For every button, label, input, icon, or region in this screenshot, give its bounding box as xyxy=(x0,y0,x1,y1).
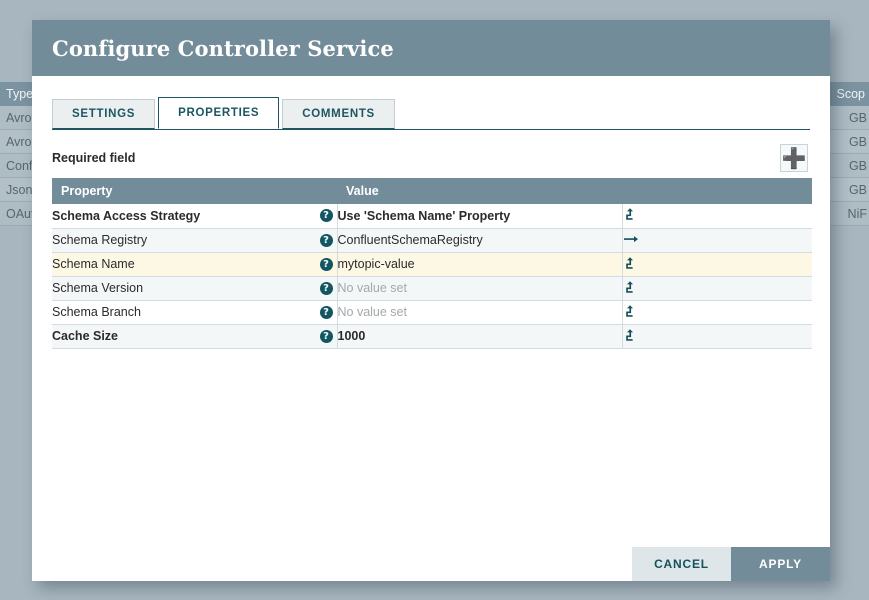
revert-arrow-icon[interactable] xyxy=(623,256,637,270)
property-cell: Schema Name ? xyxy=(52,252,337,276)
property-value-placeholder: No value set xyxy=(338,305,407,319)
value-cell[interactable]: ConfluentSchemaRegistry xyxy=(337,228,622,252)
properties-table-body: Schema Access Strategy ? Use 'Schema Nam… xyxy=(52,204,812,348)
tab-bar: SETTINGS PROPERTIES COMMENTS xyxy=(52,98,810,130)
tab-comments[interactable]: COMMENTS xyxy=(282,99,395,129)
revert-arrow-icon[interactable] xyxy=(623,280,637,294)
help-circle-icon[interactable]: ? xyxy=(320,209,333,222)
property-name: Schema Registry xyxy=(52,233,147,247)
configure-controller-service-dialog: Configure Controller Service SETTINGS PR… xyxy=(32,20,830,581)
property-value: mytopic-value xyxy=(338,257,415,271)
tab-properties[interactable]: PROPERTIES xyxy=(158,97,279,129)
action-cell xyxy=(622,252,812,276)
property-cell: Schema Branch ? xyxy=(52,300,337,324)
value-cell[interactable]: No value set xyxy=(337,276,622,300)
dialog-title: Configure Controller Service xyxy=(52,36,394,61)
dialog-footer: CANCEL APPLY xyxy=(32,547,830,581)
property-name: Schema Branch xyxy=(52,305,141,319)
table-header-row: Property Value xyxy=(52,178,812,204)
property-name: Schema Name xyxy=(52,257,135,271)
apply-button[interactable]: APPLY xyxy=(731,547,830,581)
dialog-header: Configure Controller Service xyxy=(32,20,830,76)
action-cell xyxy=(622,228,812,252)
table-row[interactable]: Schema Access Strategy ? Use 'Schema Nam… xyxy=(52,204,812,228)
help-circle-icon[interactable]: ? xyxy=(320,282,333,295)
help-circle-icon[interactable]: ? xyxy=(320,306,333,319)
property-value: ConfluentSchemaRegistry xyxy=(338,233,483,247)
property-name: Cache Size xyxy=(52,329,118,343)
revert-arrow-icon[interactable] xyxy=(623,207,637,221)
required-field-label: Required field xyxy=(52,151,135,165)
action-cell xyxy=(622,276,812,300)
value-cell[interactable]: mytopic-value xyxy=(337,252,622,276)
help-circle-icon[interactable]: ? xyxy=(320,258,333,271)
table-row[interactable]: Schema Registry ? ConfluentSchemaRegistr… xyxy=(52,228,812,252)
property-cell: Schema Registry ? xyxy=(52,228,337,252)
revert-arrow-icon[interactable] xyxy=(623,328,637,342)
property-value: Use 'Schema Name' Property xyxy=(338,209,511,223)
action-cell xyxy=(622,300,812,324)
table-row[interactable]: Schema Version ? No value set xyxy=(52,276,812,300)
column-header-actions xyxy=(622,178,812,204)
help-circle-icon[interactable]: ? xyxy=(320,234,333,247)
properties-table: Property Value Schema Access Strategy ? xyxy=(52,178,812,349)
value-cell[interactable]: Use 'Schema Name' Property xyxy=(337,204,622,228)
cancel-button[interactable]: CANCEL xyxy=(632,547,731,581)
action-cell xyxy=(622,204,812,228)
property-name: Schema Version xyxy=(52,281,143,295)
go-to-arrow-icon[interactable] xyxy=(623,232,637,246)
property-value-placeholder: No value set xyxy=(338,281,407,295)
property-value: 1000 xyxy=(338,329,366,343)
column-header-property: Property xyxy=(52,178,337,204)
plus-icon: ➕ xyxy=(782,148,807,168)
dialog-body: SETTINGS PROPERTIES COMMENTS Required fi… xyxy=(32,76,830,547)
value-cell[interactable]: 1000 xyxy=(337,324,622,348)
column-header-value: Value xyxy=(337,178,622,204)
property-cell: Cache Size ? xyxy=(52,324,337,348)
property-cell: Schema Version ? xyxy=(52,276,337,300)
table-row[interactable]: Schema Branch ? No value set xyxy=(52,300,812,324)
property-cell: Schema Access Strategy ? xyxy=(52,204,337,228)
revert-arrow-icon[interactable] xyxy=(623,304,637,318)
value-cell[interactable]: No value set xyxy=(337,300,622,324)
properties-toolbar: Required field ➕ xyxy=(52,130,810,178)
table-row[interactable]: Schema Name ? mytopic-value xyxy=(52,252,812,276)
help-circle-icon[interactable]: ? xyxy=(320,330,333,343)
properties-table-head: Property Value xyxy=(52,178,812,204)
property-name: Schema Access Strategy xyxy=(52,209,200,223)
action-cell xyxy=(622,324,812,348)
table-row[interactable]: Cache Size ? 1000 xyxy=(52,324,812,348)
add-property-button[interactable]: ➕ xyxy=(780,144,808,172)
tab-settings[interactable]: SETTINGS xyxy=(52,99,155,129)
